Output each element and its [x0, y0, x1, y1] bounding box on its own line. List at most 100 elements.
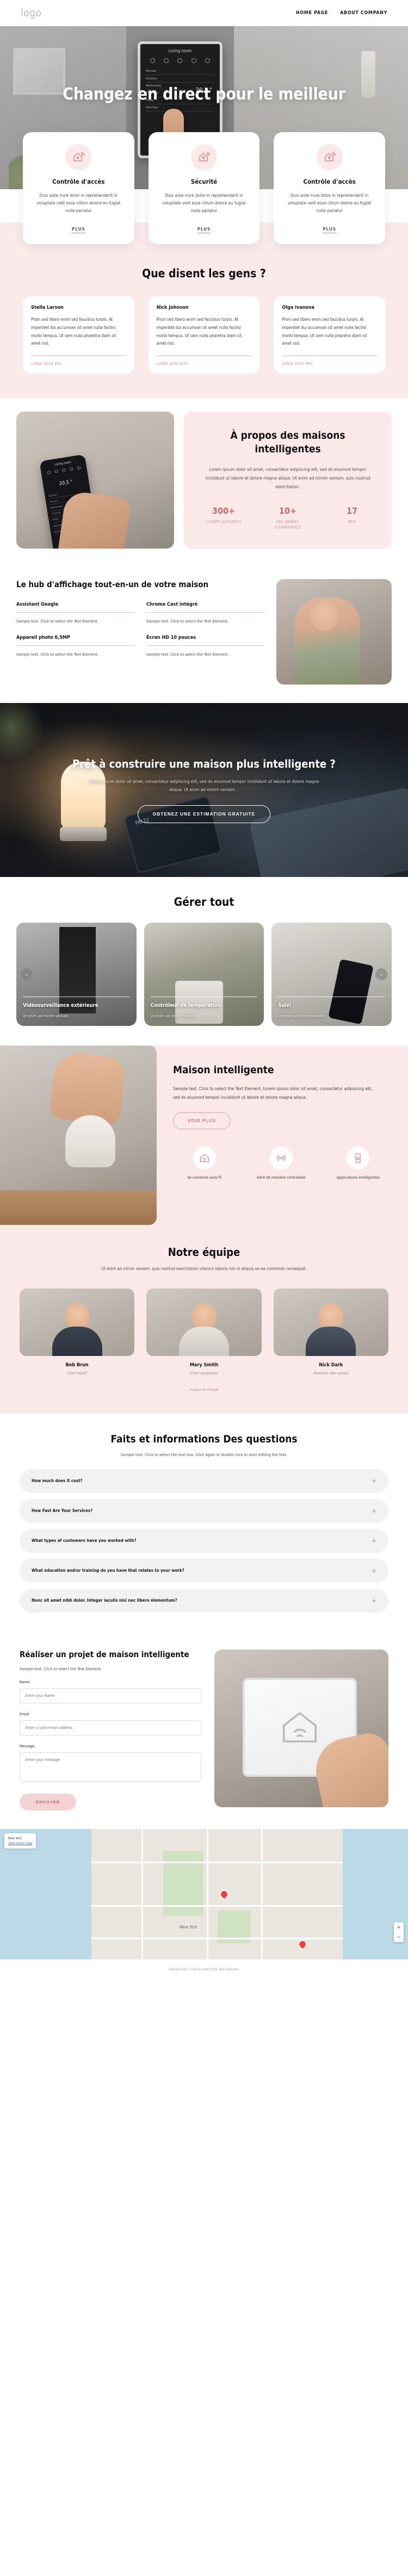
feature-card[interactable]: Sécurité Duis aute irure dolor in repreh…	[148, 132, 260, 244]
map-section[interactable]: New York New York View larger map + −	[0, 1829, 408, 1960]
map-zoom-controls[interactable]: + −	[394, 1922, 404, 1943]
stat-number: 10+	[279, 505, 297, 516]
panel-day-row: Monday	[146, 68, 214, 76]
team-section: Notre équipe Ut enim ad minim veniam, qu…	[0, 1225, 408, 1414]
plus-icon[interactable]: +	[372, 1567, 376, 1574]
faq-title: Faits et informations Des questions	[110, 1433, 298, 1445]
main-nav: HOME PAGE ABOUT COMPANY	[296, 10, 387, 16]
message-label: Message	[20, 1744, 35, 1749]
smart-home-icon	[316, 144, 343, 170]
logo[interactable]: logo	[21, 7, 42, 19]
feature-card-link[interactable]: PLUS	[323, 227, 336, 233]
team-member-role: Chef comptable	[190, 1371, 218, 1376]
map-city-label: New York	[180, 1925, 197, 1930]
hub-feature-title: Chrome Cast intégré	[146, 602, 198, 608]
team-member-name: Nick Dark	[319, 1362, 343, 1368]
stat-item: 10+ DES ANNÉES D'EXPÉRIENCE	[265, 506, 311, 530]
feature-card-link[interactable]: PLUS	[72, 227, 85, 233]
landing-page: logo HOME PAGE ABOUT COMPANY Living room…	[0, 0, 408, 1982]
hub-feature-title: Appareil photo 6,5MP	[16, 634, 70, 640]
smart-feature: Se connecte sans fil	[173, 1147, 236, 1181]
hub-feature: Chrome Cast intégré Sample text. Click t…	[146, 602, 264, 625]
hub-title: Le hub d'affichage tout-en-un de votre m…	[16, 580, 209, 590]
smart-feature-label: Applications intelligentes	[336, 1175, 380, 1180]
faq-item[interactable]: Nunc sit amet nibh dolor. Integer iaculi…	[20, 1588, 388, 1613]
testimonial-text: Proin sed libero enim sed faucibus turpi…	[31, 317, 116, 346]
testimonial-list: Stella Larson Proin sed libero enim sed …	[23, 296, 386, 374]
name-field-group: Name	[20, 1680, 201, 1704]
map-view-larger-link[interactable]: View larger map	[8, 1841, 32, 1846]
faq-item[interactable]: How much does it cost? +	[20, 1469, 388, 1493]
faq-subtitle: Sample text. Click to select the text bo…	[120, 1452, 288, 1457]
faq-section: Faits et informations Des questions Samp…	[0, 1413, 408, 1634]
testimonials-title: Que disent les gens ?	[142, 267, 266, 280]
chevron-left-icon[interactable]: ‹	[21, 968, 33, 981]
site-footer: Sample text. Click to select the Text El…	[0, 1959, 408, 1982]
panel-room-label: Living room	[168, 48, 192, 53]
stat-item: 17 PRIX	[329, 506, 375, 530]
see-more-button[interactable]: VOIR PLUS	[173, 1112, 231, 1130]
smartphone-home-icon	[347, 1147, 370, 1170]
feature-card-title: Sécurité	[190, 178, 218, 185]
feature-card[interactable]: Contrôle d'accès Duis aute irure dolor i…	[274, 132, 386, 244]
faq-item[interactable]: What types of customers have you worked …	[20, 1528, 388, 1553]
message-field-group: Message	[20, 1744, 201, 1784]
smart-feature-label: Géré de manière centralisée	[257, 1175, 306, 1180]
email-input[interactable]	[20, 1720, 201, 1736]
manage-section: Gérer tout ‹ › Vidéosurveillance extérie…	[0, 877, 408, 1046]
plus-icon[interactable]: +	[372, 1478, 376, 1484]
manage-card[interactable]: Vidéosurveillance extérieure Ut enim ad …	[16, 923, 137, 1026]
testimonial-date: LUNDI 2024 MAI	[31, 362, 62, 366]
manage-card[interactable]: Suivi Ut enim ad minim veniam	[271, 923, 392, 1026]
map-zoom-out-button[interactable]: −	[394, 1932, 404, 1942]
plus-icon[interactable]: +	[372, 1508, 376, 1514]
about-section: Living room 20,5 ° Monday Tuesday Wednes…	[0, 399, 408, 565]
feature-card-link[interactable]: PLUS	[197, 227, 211, 233]
nav-item-home-page[interactable]: HOME PAGE	[296, 10, 328, 16]
nav-item-about-company[interactable]: ABOUT COMPANY	[340, 10, 387, 16]
manage-card-title: Suivi	[278, 1003, 292, 1009]
divider	[146, 645, 264, 646]
submit-button[interactable]: ENVOYER	[20, 1794, 77, 1811]
hub-feature-list: Assistant Google Sample text. Click to s…	[16, 602, 264, 658]
email-field-group: Email	[20, 1712, 201, 1736]
feature-card-text: Duis aute irure dolor in reprehenderit i…	[287, 193, 372, 213]
manage-card[interactable]: Contrôleur de température Ut enim ad min…	[144, 923, 264, 1026]
testimonial-card: Nick Johnson Proin sed libero enim sed f…	[148, 296, 260, 374]
testimonials-section: Que disent les gens ? Stella Larson Proi…	[0, 222, 408, 399]
smart-home-title: Maison intelligente	[173, 1064, 274, 1077]
image-credit-prefix: Images de	[189, 1387, 207, 1392]
hub-section: Le hub d'affichage tout-en-un de votre m…	[0, 565, 408, 703]
smart-home-image	[0, 1046, 157, 1225]
image-credit-link[interactable]: Freepik	[207, 1387, 219, 1392]
signal-waves-icon	[269, 1147, 293, 1170]
contact-section: Réaliser un projet de maison intelligent…	[0, 1634, 408, 1830]
testimonial-card: Olga Ivanova Proin sed libero enim sed f…	[274, 296, 386, 374]
feature-cards: Contrôle d'accès Duis aute irure dolor i…	[0, 132, 408, 244]
message-textarea[interactable]	[20, 1752, 201, 1782]
home-wifi-icon	[282, 1712, 317, 1743]
map-zoom-in-button[interactable]: +	[394, 1922, 404, 1932]
map-badge[interactable]: New York View larger map	[4, 1833, 36, 1849]
cta-estimate-button[interactable]: OBTENEZ UNE ESTIMATION GRATUITE	[137, 805, 271, 823]
faq-item[interactable]: How Fast Are Your Services? +	[20, 1498, 388, 1523]
chevron-right-icon[interactable]: ›	[375, 968, 387, 981]
about-text: Lorem ipsum dolor sit amet, consectetur …	[205, 466, 370, 489]
feature-card[interactable]: Contrôle d'accès Duis aute irure dolor i…	[23, 132, 134, 244]
name-input[interactable]	[20, 1688, 201, 1704]
contact-image	[214, 1649, 388, 1807]
faq-item[interactable]: What education and/or training do you ha…	[20, 1558, 388, 1583]
divider	[146, 612, 264, 613]
home-wifi-icon	[193, 1147, 216, 1170]
about-card: À propos des maisons intelligentes Lorem…	[184, 412, 392, 549]
manage-title: Gérer tout	[174, 895, 234, 909]
team-member-name: Bob Brun	[65, 1362, 89, 1368]
manage-card-title: Vidéosurveillance extérieure	[23, 1003, 98, 1009]
plus-icon[interactable]: +	[372, 1597, 376, 1604]
hub-image	[276, 579, 392, 685]
team-member: Bob Brun chef créatif	[20, 1288, 135, 1376]
plus-icon[interactable]: +	[372, 1538, 376, 1544]
divider	[16, 645, 134, 646]
image-credit: Images de Freepik	[20, 1387, 388, 1392]
manage-carousel: ‹ › Vidéosurveillance extérieure Ut enim…	[16, 923, 392, 1026]
